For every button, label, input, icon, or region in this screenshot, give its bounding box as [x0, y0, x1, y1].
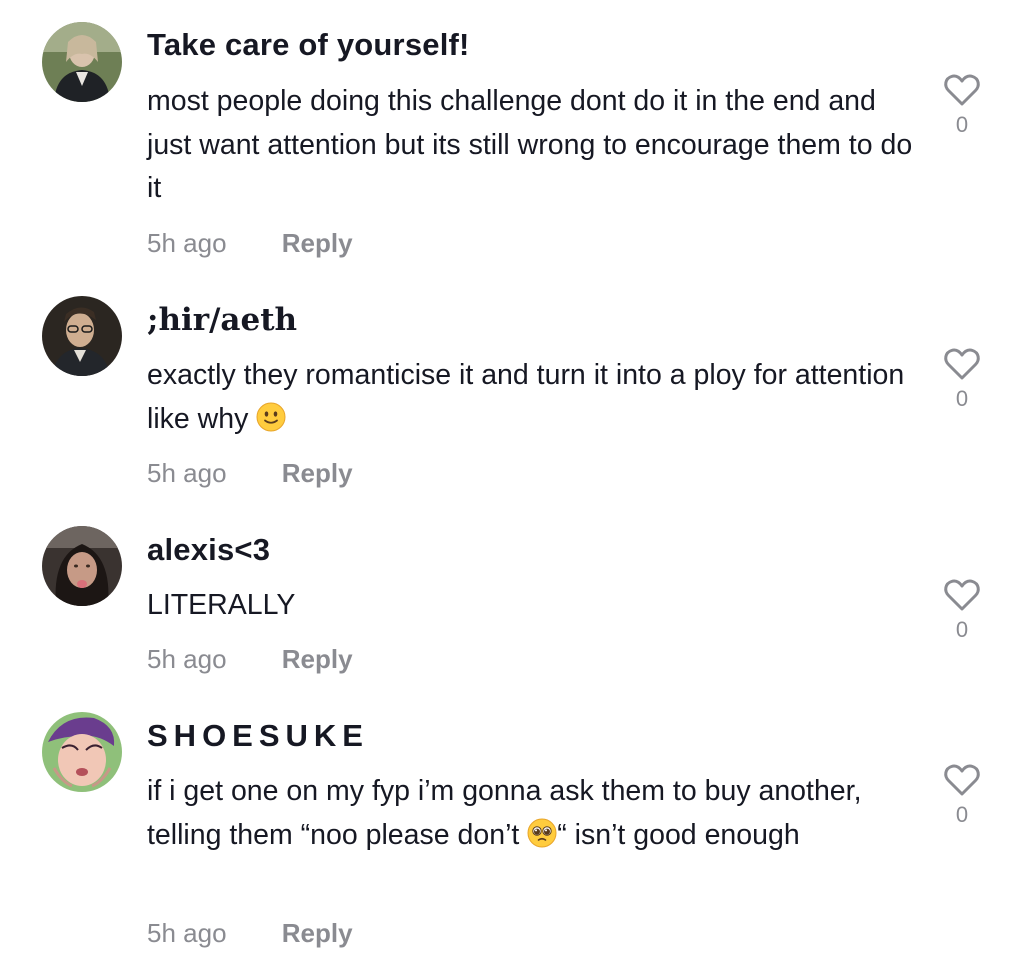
comment-text: exactly they romanticise it and turn it … — [147, 354, 917, 441]
like-count: 0 — [955, 112, 969, 137]
comment-timestamp: 5h ago — [147, 458, 227, 488]
comment-text: LITERALLY — [147, 589, 296, 621]
like-count: 0 — [955, 386, 969, 411]
comment-username[interactable]: Take care of yourself! — [147, 27, 470, 63]
avatar[interactable] — [42, 712, 122, 792]
comment-timestamp: 5h ago — [147, 228, 227, 258]
reply-button[interactable]: Reply — [282, 228, 353, 259]
heart-outline-icon — [944, 579, 980, 611]
comment-username[interactable]: alexis<3 — [147, 532, 270, 568]
comment-timestamp: 5h ago — [147, 644, 227, 674]
comment-meta: 5h ago Reply — [147, 228, 353, 259]
heart-outline-icon — [944, 764, 980, 796]
comment-timestamp: 5h ago — [147, 918, 227, 948]
pleading-face-icon — [527, 818, 557, 847]
comment-text: most people doing this challenge dont do… — [147, 85, 913, 204]
like-count: 0 — [955, 802, 969, 827]
heart-outline-icon — [944, 348, 980, 380]
heart-outline-icon — [944, 74, 980, 106]
comment-text-tail: “ isn’t good enough — [557, 818, 800, 851]
like-button[interactable]: 0 — [940, 72, 984, 138]
comment-meta: 5h ago Reply — [147, 644, 353, 675]
avatar-image — [42, 712, 122, 792]
reply-button[interactable]: Reply — [282, 918, 353, 949]
like-count: 0 — [955, 617, 969, 642]
avatar[interactable] — [42, 526, 122, 606]
avatar-image — [42, 22, 122, 102]
comment-meta: 5h ago Reply — [147, 458, 353, 489]
comment-username[interactable]: SHOESUKE — [147, 718, 369, 754]
avatar-image — [42, 296, 122, 376]
reply-button[interactable]: Reply — [282, 458, 353, 489]
comment-text: if i get one on my fyp i’m gonna ask the… — [147, 770, 917, 857]
slightly-smiling-face-icon — [256, 402, 286, 431]
avatar[interactable] — [42, 296, 122, 376]
like-button[interactable]: 0 — [940, 577, 984, 643]
avatar[interactable] — [42, 22, 122, 102]
comment-meta: 5h ago Reply — [147, 918, 353, 949]
avatar-image — [42, 526, 122, 606]
comment-username[interactable]: ;hir/aeth — [147, 302, 297, 338]
like-button[interactable]: 0 — [940, 762, 984, 828]
reply-button[interactable]: Reply — [282, 644, 353, 675]
like-button[interactable]: 0 — [940, 346, 984, 412]
